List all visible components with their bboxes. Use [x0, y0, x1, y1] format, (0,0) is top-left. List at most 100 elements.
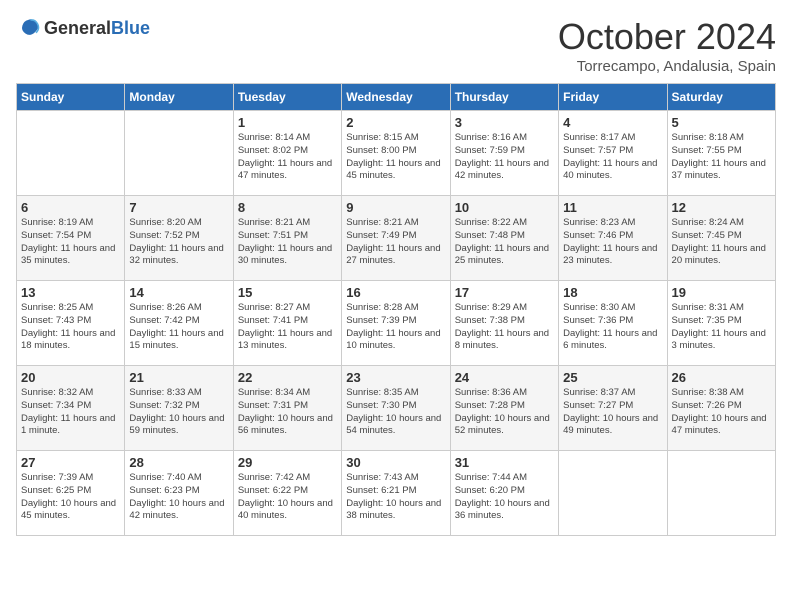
day-number: 22 — [238, 370, 337, 385]
calendar-cell: 11 Sunrise: 8:23 AM Sunset: 7:46 PM Dayli… — [559, 196, 667, 281]
calendar-cell: 27Sunrise: 7:39 AM Sunset: 6:25 PM Dayli… — [17, 451, 125, 536]
day-number: 7 — [129, 200, 228, 215]
calendar-cell: 1 Sunrise: 8:14 AM Sunset: 8:02 PM Daylig… — [233, 111, 341, 196]
header-saturday: Saturday — [667, 84, 775, 111]
day-number: 27 — [21, 455, 120, 470]
day-number: 21 — [129, 370, 228, 385]
day-number: 25 — [563, 370, 662, 385]
calendar-table: SundayMondayTuesdayWednesdayThursdayFrid… — [16, 83, 776, 536]
calendar-cell: 19 Sunrise: 8:31 AM Sunset: 7:35 PM Dayli… — [667, 281, 775, 366]
page-header: GeneralBlue October 2024 Torrecampo, And… — [16, 16, 776, 75]
calendar-cell: 5 Sunrise: 8:18 AM Sunset: 7:55 PM Daylig… — [667, 111, 775, 196]
calendar-cell — [667, 451, 775, 536]
logo-text: GeneralBlue — [44, 18, 150, 39]
day-info: Sunrise: 7:42 AM Sunset: 6:22 PM Dayligh… — [238, 472, 337, 523]
calendar-cell: 21 Sunrise: 8:33 AM Sunset: 7:32 PM Dayli… — [125, 366, 233, 451]
day-info: Sunrise: 8:21 AM Sunset: 7:51 PM Dayligh… — [238, 217, 337, 268]
header-thursday: Thursday — [450, 84, 558, 111]
day-info: Sunrise: 8:21 AM Sunset: 7:49 PM Dayligh… — [346, 217, 445, 268]
calendar-cell: 6 Sunrise: 8:19 AM Sunset: 7:54 PM Daylig… — [17, 196, 125, 281]
day-info: Sunrise: 8:16 AM Sunset: 7:59 PM Dayligh… — [455, 132, 554, 183]
calendar-cell: 8 Sunrise: 8:21 AM Sunset: 7:51 PM Daylig… — [233, 196, 341, 281]
day-number: 23 — [346, 370, 445, 385]
day-number: 14 — [129, 285, 228, 300]
header-wednesday: Wednesday — [342, 84, 450, 111]
day-number: 5 — [672, 115, 771, 130]
day-number: 24 — [455, 370, 554, 385]
day-info: Sunrise: 8:23 AM Sunset: 7:46 PM Dayligh… — [563, 217, 662, 268]
day-info: Sunrise: 8:14 AM Sunset: 8:02 PM Dayligh… — [238, 132, 337, 183]
day-number: 30 — [346, 455, 445, 470]
day-number: 29 — [238, 455, 337, 470]
calendar-cell: 29 Sunrise: 7:42 AM Sunset: 6:22 PM Dayli… — [233, 451, 341, 536]
header-monday: Monday — [125, 84, 233, 111]
day-info: Sunrise: 8:30 AM Sunset: 7:36 PM Dayligh… — [563, 302, 662, 353]
day-info: Sunrise: 8:29 AM Sunset: 7:38 PM Dayligh… — [455, 302, 554, 353]
day-info: Sunrise: 8:24 AM Sunset: 7:45 PM Dayligh… — [672, 217, 771, 268]
calendar-cell: 16 Sunrise: 8:28 AM Sunset: 7:39 PM Dayli… — [342, 281, 450, 366]
calendar-header-row: SundayMondayTuesdayWednesdayThursdayFrid… — [17, 84, 776, 111]
calendar-cell: 28 Sunrise: 7:40 AM Sunset: 6:23 PM Dayli… — [125, 451, 233, 536]
day-number: 31 — [455, 455, 554, 470]
calendar-cell: 12 Sunrise: 8:24 AM Sunset: 7:45 PM Dayli… — [667, 196, 775, 281]
day-info: Sunrise: 8:19 AM Sunset: 7:54 PM Dayligh… — [21, 217, 120, 268]
day-info: Sunrise: 8:32 AM Sunset: 7:34 PM Dayligh… — [21, 387, 120, 438]
calendar-week-3: 13 Sunrise: 8:25 AM Sunset: 7:43 PM Dayli… — [17, 281, 776, 366]
day-info: Sunrise: 8:20 AM Sunset: 7:52 PM Dayligh… — [129, 217, 228, 268]
day-info: Sunrise: 8:38 AM Sunset: 7:26 PM Dayligh… — [672, 387, 771, 438]
day-number: 4 — [563, 115, 662, 130]
day-number: 17 — [455, 285, 554, 300]
day-info: Sunrise: 7:43 AM Sunset: 6:21 PM Dayligh… — [346, 472, 445, 523]
calendar-cell — [559, 451, 667, 536]
calendar-cell: 3Sunrise: 8:16 AM Sunset: 7:59 PM Daylig… — [450, 111, 558, 196]
calendar-cell — [17, 111, 125, 196]
day-info: Sunrise: 8:22 AM Sunset: 7:48 PM Dayligh… — [455, 217, 554, 268]
day-number: 19 — [672, 285, 771, 300]
calendar-cell: 20Sunrise: 8:32 AM Sunset: 7:34 PM Dayli… — [17, 366, 125, 451]
calendar-cell: 23 Sunrise: 8:35 AM Sunset: 7:30 PM Dayli… — [342, 366, 450, 451]
day-number: 10 — [455, 200, 554, 215]
calendar-cell: 26 Sunrise: 8:38 AM Sunset: 7:26 PM Dayli… — [667, 366, 775, 451]
calendar-cell: 25 Sunrise: 8:37 AM Sunset: 7:27 PM Dayli… — [559, 366, 667, 451]
calendar-week-1: 1 Sunrise: 8:14 AM Sunset: 8:02 PM Daylig… — [17, 111, 776, 196]
day-number: 1 — [238, 115, 337, 130]
day-number: 28 — [129, 455, 228, 470]
calendar-cell: 31Sunrise: 7:44 AM Sunset: 6:20 PM Dayli… — [450, 451, 558, 536]
day-info: Sunrise: 8:26 AM Sunset: 7:42 PM Dayligh… — [129, 302, 228, 353]
day-info: Sunrise: 8:31 AM Sunset: 7:35 PM Dayligh… — [672, 302, 771, 353]
day-number: 9 — [346, 200, 445, 215]
calendar-week-4: 20Sunrise: 8:32 AM Sunset: 7:34 PM Dayli… — [17, 366, 776, 451]
day-number: 13 — [21, 285, 120, 300]
calendar-cell — [125, 111, 233, 196]
day-number: 16 — [346, 285, 445, 300]
day-info: Sunrise: 8:25 AM Sunset: 7:43 PM Dayligh… — [21, 302, 120, 353]
day-number: 2 — [346, 115, 445, 130]
day-number: 6 — [21, 200, 120, 215]
calendar-cell: 15Sunrise: 8:27 AM Sunset: 7:41 PM Dayli… — [233, 281, 341, 366]
day-info: Sunrise: 8:15 AM Sunset: 8:00 PM Dayligh… — [346, 132, 445, 183]
day-number: 12 — [672, 200, 771, 215]
day-info: Sunrise: 8:17 AM Sunset: 7:57 PM Dayligh… — [563, 132, 662, 183]
calendar-cell: 13 Sunrise: 8:25 AM Sunset: 7:43 PM Dayli… — [17, 281, 125, 366]
calendar-week-5: 27Sunrise: 7:39 AM Sunset: 6:25 PM Dayli… — [17, 451, 776, 536]
calendar-cell: 10 Sunrise: 8:22 AM Sunset: 7:48 PM Dayli… — [450, 196, 558, 281]
logo-icon — [16, 16, 40, 40]
day-info: Sunrise: 8:35 AM Sunset: 7:30 PM Dayligh… — [346, 387, 445, 438]
logo-blue: Blue — [111, 18, 150, 38]
calendar-cell: 24 Sunrise: 8:36 AM Sunset: 7:28 PM Dayli… — [450, 366, 558, 451]
day-number: 26 — [672, 370, 771, 385]
day-number: 11 — [563, 200, 662, 215]
day-info: Sunrise: 8:37 AM Sunset: 7:27 PM Dayligh… — [563, 387, 662, 438]
day-info: Sunrise: 7:40 AM Sunset: 6:23 PM Dayligh… — [129, 472, 228, 523]
calendar-cell: 17 Sunrise: 8:29 AM Sunset: 7:38 PM Dayli… — [450, 281, 558, 366]
logo-general: General — [44, 18, 111, 38]
day-info: Sunrise: 8:28 AM Sunset: 7:39 PM Dayligh… — [346, 302, 445, 353]
calendar-cell: 22 Sunrise: 8:34 AM Sunset: 7:31 PM Dayli… — [233, 366, 341, 451]
day-info: Sunrise: 8:36 AM Sunset: 7:28 PM Dayligh… — [455, 387, 554, 438]
title-section: October 2024 Torrecampo, Andalusia, Spai… — [558, 16, 776, 75]
day-info: Sunrise: 8:18 AM Sunset: 7:55 PM Dayligh… — [672, 132, 771, 183]
day-number: 8 — [238, 200, 337, 215]
day-info: Sunrise: 8:34 AM Sunset: 7:31 PM Dayligh… — [238, 387, 337, 438]
location-title: Torrecampo, Andalusia, Spain — [558, 58, 776, 75]
day-info: Sunrise: 8:33 AM Sunset: 7:32 PM Dayligh… — [129, 387, 228, 438]
